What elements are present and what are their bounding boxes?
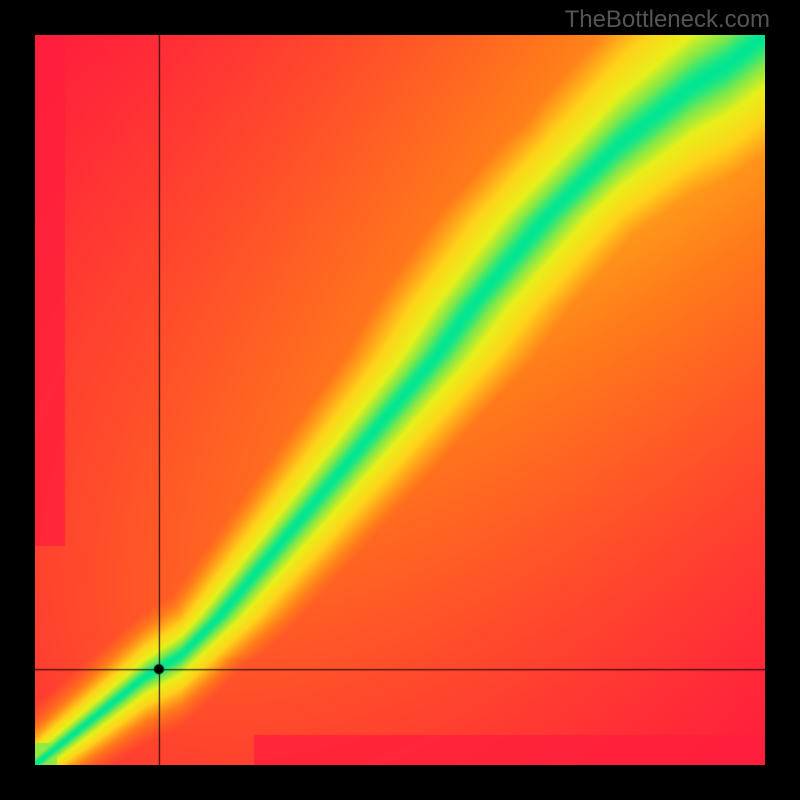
bottleneck-heatmap bbox=[35, 35, 765, 765]
watermark-text: TheBottleneck.com bbox=[565, 6, 770, 34]
chart-container: TheBottleneck.com bbox=[0, 0, 800, 800]
